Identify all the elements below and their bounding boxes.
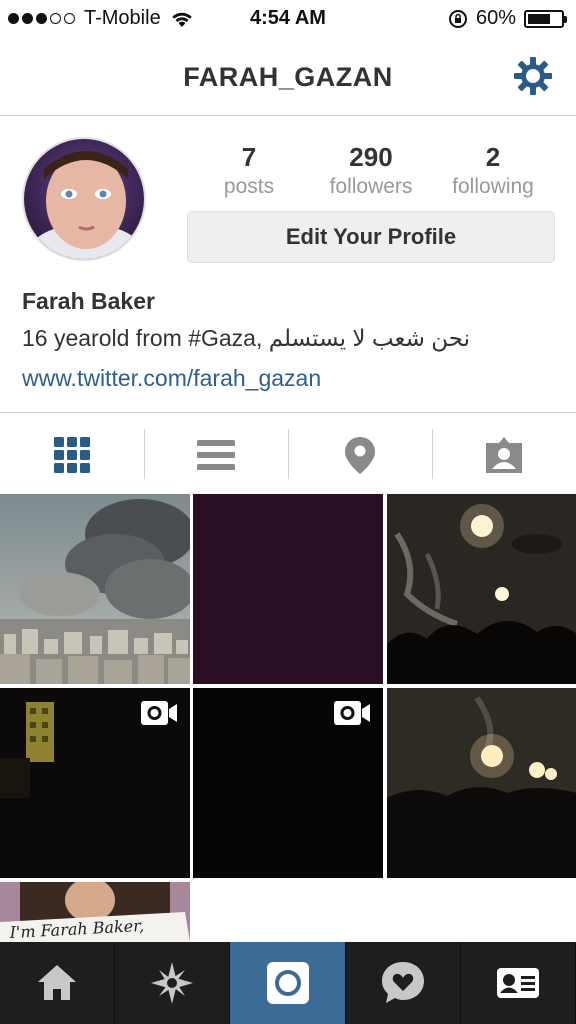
tab-tagged[interactable]: [432, 413, 576, 496]
video-post[interactable]: [0, 688, 190, 878]
status-right: 60%: [448, 7, 567, 30]
profile-avatar[interactable]: [22, 137, 146, 261]
stat-followers[interactable]: 290 followers: [310, 142, 432, 199]
home-icon: [38, 965, 77, 1000]
edit-profile-button[interactable]: Edit Your Profile: [187, 211, 555, 263]
grid-icon: [54, 436, 90, 473]
camera-icon: [266, 962, 309, 1004]
flares-trees-photo: [387, 688, 576, 878]
tab-map[interactable]: [288, 413, 432, 496]
tab-home[interactable]: [0, 942, 116, 1024]
smoke-over-city-photo: [0, 494, 190, 684]
profile-view-tabs: [0, 412, 576, 496]
full-name: Farah Baker: [22, 288, 155, 314]
list-icon: [197, 439, 235, 470]
profile-card-icon: [496, 968, 539, 998]
stat-label: followers: [329, 175, 413, 198]
explore-icon: [151, 962, 194, 1004]
activity-icon: [381, 962, 424, 1003]
profile-bio: Farah Baker 16 yearold from #Gaza, نحن ش…: [22, 288, 562, 392]
tab-list[interactable]: [144, 413, 288, 496]
photo-post[interactable]: [193, 494, 383, 684]
navigation-bar: FARAH_GAZAN: [0, 38, 576, 116]
stat-posts[interactable]: 7 posts: [188, 142, 310, 199]
tab-grid[interactable]: [0, 413, 144, 496]
tab-profile[interactable]: [461, 942, 576, 1024]
stat-value: 290: [349, 142, 393, 172]
flares-night-photo: [387, 494, 576, 684]
website-link[interactable]: www.twitter.com/farah_gazan: [22, 365, 562, 392]
photo-post[interactable]: [387, 494, 576, 684]
video-post[interactable]: [193, 688, 383, 878]
tab-activity[interactable]: [346, 942, 461, 1024]
bottom-tab-bar: [0, 942, 576, 1024]
bio-text: 16 yearold from #Gaza, نحن شعب لا يستسلم: [22, 325, 471, 351]
profile-stats: 7 posts 290 followers 2 following: [188, 142, 554, 199]
battery-icon: [524, 9, 567, 28]
tagged-person-icon: [486, 436, 522, 473]
gear-icon[interactable]: [512, 55, 554, 97]
stat-value: 2: [485, 142, 501, 172]
stat-label: following: [452, 175, 534, 198]
stat-following[interactable]: 2 following: [432, 142, 554, 199]
photo-post[interactable]: [0, 494, 190, 684]
video-camera-icon: [141, 701, 177, 725]
avatar-photo: [24, 139, 144, 259]
battery-percent: 60%: [475, 7, 516, 29]
sign-portrait-photo: I'm Farah Baker,: [0, 882, 190, 942]
rotation-lock-icon: [448, 9, 467, 28]
profile-username-title: FARAH_GAZAN: [183, 62, 393, 92]
stat-label: posts: [223, 175, 275, 198]
photo-post[interactable]: [387, 688, 576, 878]
photo-post[interactable]: I'm Farah Baker,: [0, 882, 190, 942]
location-pin-icon: [345, 436, 375, 474]
stat-value: 7: [241, 142, 257, 172]
video-camera-icon: [334, 701, 370, 725]
tab-camera[interactable]: [230, 942, 346, 1024]
status-bar: T-Mobile 4:54 AM 60%: [0, 0, 576, 38]
tab-explore[interactable]: [115, 942, 231, 1024]
